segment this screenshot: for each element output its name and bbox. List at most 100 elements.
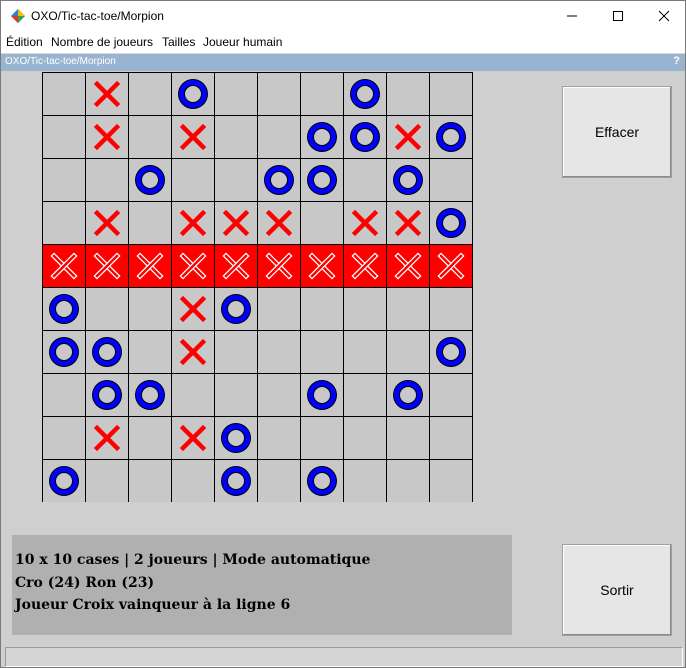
board-cell[interactable] bbox=[430, 331, 472, 373]
board-cell[interactable] bbox=[215, 202, 257, 244]
board-cell[interactable] bbox=[344, 288, 386, 330]
board-cell[interactable] bbox=[430, 116, 472, 158]
board-cell[interactable] bbox=[129, 288, 171, 330]
board-cell[interactable] bbox=[215, 331, 257, 373]
board-cell[interactable] bbox=[215, 116, 257, 158]
board-cell[interactable] bbox=[387, 116, 429, 158]
board-cell[interactable] bbox=[387, 202, 429, 244]
board-cell[interactable] bbox=[86, 202, 128, 244]
board-cell[interactable] bbox=[258, 245, 300, 287]
board-cell[interactable] bbox=[129, 417, 171, 459]
board-cell[interactable] bbox=[43, 374, 85, 416]
board-cell[interactable] bbox=[387, 73, 429, 115]
board-cell[interactable] bbox=[172, 202, 214, 244]
board-cell[interactable] bbox=[387, 331, 429, 373]
board-cell[interactable] bbox=[301, 331, 343, 373]
board-cell[interactable] bbox=[258, 374, 300, 416]
board-cell[interactable] bbox=[301, 417, 343, 459]
board-cell[interactable] bbox=[215, 374, 257, 416]
board-cell[interactable] bbox=[86, 159, 128, 201]
clear-button[interactable]: Effacer bbox=[562, 86, 672, 178]
board-cell[interactable] bbox=[129, 374, 171, 416]
close-button[interactable] bbox=[641, 1, 685, 31]
board-cell[interactable] bbox=[86, 116, 128, 158]
board-cell[interactable] bbox=[215, 245, 257, 287]
board-cell[interactable] bbox=[86, 73, 128, 115]
board-cell[interactable] bbox=[344, 374, 386, 416]
menu-player-count[interactable]: Nombre de joueurs bbox=[51, 35, 153, 49]
board-cell[interactable] bbox=[344, 460, 386, 502]
board-cell[interactable] bbox=[301, 73, 343, 115]
maximize-button[interactable] bbox=[595, 1, 641, 31]
board-cell[interactable] bbox=[301, 460, 343, 502]
board-cell[interactable] bbox=[43, 202, 85, 244]
menu-sizes[interactable]: Tailles bbox=[162, 35, 195, 49]
menu-human-player[interactable]: Joueur humain bbox=[203, 35, 282, 49]
board-cell[interactable] bbox=[344, 159, 386, 201]
board-cell[interactable] bbox=[258, 417, 300, 459]
board-cell[interactable] bbox=[387, 374, 429, 416]
board-cell[interactable] bbox=[129, 116, 171, 158]
board-cell[interactable] bbox=[387, 460, 429, 502]
board-cell[interactable] bbox=[258, 202, 300, 244]
board-cell[interactable] bbox=[387, 288, 429, 330]
minimize-button[interactable] bbox=[549, 1, 595, 31]
menu-edition[interactable]: Édition bbox=[6, 35, 43, 49]
board-cell[interactable] bbox=[387, 417, 429, 459]
board-cell[interactable] bbox=[86, 374, 128, 416]
board-cell[interactable] bbox=[43, 288, 85, 330]
board-cell[interactable] bbox=[43, 245, 85, 287]
board-cell[interactable] bbox=[172, 460, 214, 502]
board-cell[interactable] bbox=[258, 331, 300, 373]
board-cell[interactable] bbox=[86, 245, 128, 287]
board-cell[interactable] bbox=[215, 73, 257, 115]
board-cell[interactable] bbox=[215, 288, 257, 330]
board-cell[interactable] bbox=[172, 73, 214, 115]
board-cell[interactable] bbox=[43, 417, 85, 459]
board-cell[interactable] bbox=[430, 460, 472, 502]
board-cell[interactable] bbox=[172, 374, 214, 416]
board-cell[interactable] bbox=[129, 460, 171, 502]
board-cell[interactable] bbox=[430, 245, 472, 287]
exit-button[interactable]: Sortir bbox=[562, 544, 672, 636]
board-cell[interactable] bbox=[172, 245, 214, 287]
board-cell[interactable] bbox=[86, 417, 128, 459]
board-cell[interactable] bbox=[258, 73, 300, 115]
board-cell[interactable] bbox=[301, 374, 343, 416]
board-cell[interactable] bbox=[301, 116, 343, 158]
board-cell[interactable] bbox=[129, 245, 171, 287]
board-cell[interactable] bbox=[86, 460, 128, 502]
board-cell[interactable] bbox=[258, 460, 300, 502]
board-cell[interactable] bbox=[344, 116, 386, 158]
board-cell[interactable] bbox=[172, 159, 214, 201]
board-cell[interactable] bbox=[43, 159, 85, 201]
board-cell[interactable] bbox=[301, 288, 343, 330]
board-cell[interactable] bbox=[430, 159, 472, 201]
board-cell[interactable] bbox=[258, 116, 300, 158]
board-cell[interactable] bbox=[344, 245, 386, 287]
board-cell[interactable] bbox=[344, 73, 386, 115]
board-cell[interactable] bbox=[129, 73, 171, 115]
help-icon[interactable]: ? bbox=[673, 55, 680, 67]
board-cell[interactable] bbox=[172, 417, 214, 459]
board-cell[interactable] bbox=[172, 288, 214, 330]
board-cell[interactable] bbox=[215, 159, 257, 201]
board-cell[interactable] bbox=[430, 374, 472, 416]
board-cell[interactable] bbox=[344, 331, 386, 373]
board-cell[interactable] bbox=[43, 331, 85, 373]
board-cell[interactable] bbox=[215, 460, 257, 502]
board-cell[interactable] bbox=[344, 417, 386, 459]
board-cell[interactable] bbox=[43, 460, 85, 502]
board-cell[interactable] bbox=[344, 202, 386, 244]
board-cell[interactable] bbox=[172, 116, 214, 158]
board-cell[interactable] bbox=[430, 73, 472, 115]
board-cell[interactable] bbox=[86, 288, 128, 330]
board-cell[interactable] bbox=[430, 288, 472, 330]
board-cell[interactable] bbox=[215, 417, 257, 459]
board-cell[interactable] bbox=[301, 202, 343, 244]
board-cell[interactable] bbox=[129, 202, 171, 244]
board-cell[interactable] bbox=[301, 245, 343, 287]
board-cell[interactable] bbox=[387, 245, 429, 287]
board-cell[interactable] bbox=[387, 159, 429, 201]
board-cell[interactable] bbox=[430, 417, 472, 459]
